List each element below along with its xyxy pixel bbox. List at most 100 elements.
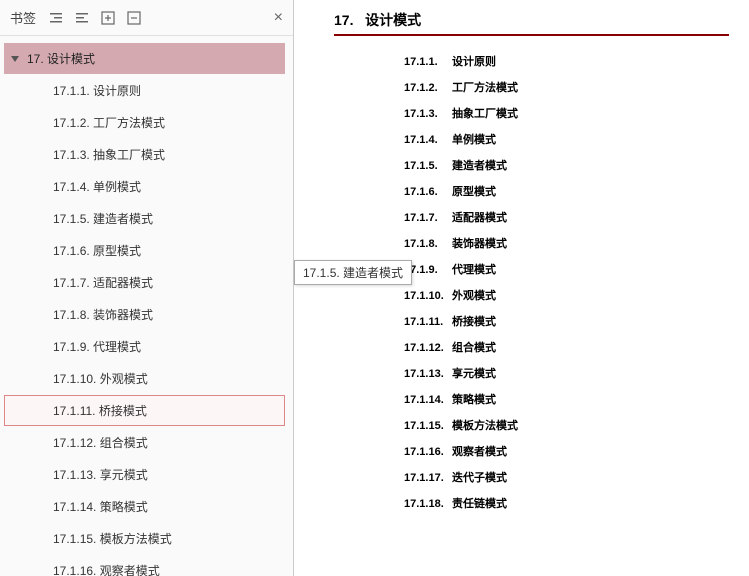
- bookmark-number: 17.1.9.: [53, 340, 90, 354]
- bookmark-label: 代理模式: [93, 338, 141, 355]
- bookmark-item[interactable]: 17.1.9. 代理模式: [4, 331, 285, 362]
- toc-number: 17.1.6.: [404, 186, 452, 198]
- toc-number: 17.1.1.: [404, 56, 452, 68]
- bookmark-number: 17.1.8.: [53, 308, 90, 322]
- toc-number: 17.1.13.: [404, 368, 452, 380]
- bookmark-item[interactable]: 17.1.5. 建造者模式: [4, 203, 285, 234]
- bookmark-item[interactable]: 17.1.3. 抽象工厂模式: [4, 139, 285, 170]
- bookmark-number: 17.1.13.: [53, 468, 96, 482]
- toc-label: 观察者模式: [452, 446, 507, 458]
- toc-label: 建造者模式: [452, 160, 507, 172]
- toc-label: 单例模式: [452, 134, 496, 146]
- bookmark-tree[interactable]: 17. 设计模式17.1.1. 设计原则17.1.2. 工厂方法模式17.1.3…: [0, 36, 293, 576]
- toc-label: 组合模式: [452, 342, 496, 354]
- bookmark-label: 桥接模式: [99, 402, 147, 419]
- bookmark-item[interactable]: 17.1.11. 桥接模式: [4, 395, 285, 426]
- bookmark-number: 17.: [27, 52, 44, 66]
- close-icon[interactable]: ×: [274, 9, 283, 27]
- bookmark-label: 单例模式: [93, 178, 141, 195]
- toc-item[interactable]: 17.1.18.责任链模式: [334, 490, 729, 516]
- toc-label: 设计原则: [452, 56, 496, 68]
- bookmark-label: 适配器模式: [93, 274, 153, 291]
- bookmark-number: 17.1.2.: [53, 116, 90, 130]
- toc-number: 17.1.16.: [404, 446, 452, 458]
- bookmark-number: 17.1.11.: [53, 404, 95, 418]
- toc-item[interactable]: 17.1.4.单例模式: [334, 126, 729, 152]
- bookmark-item[interactable]: 17.1.10. 外观模式: [4, 363, 285, 394]
- toc-item[interactable]: 17.1.14.策略模式: [334, 386, 729, 412]
- toc-label: 享元模式: [452, 368, 496, 380]
- bookmark-number: 17.1.3.: [53, 148, 90, 162]
- toc-number: 17.1.12.: [404, 342, 452, 354]
- bookmark-label: 享元模式: [100, 466, 148, 483]
- toc-item[interactable]: 17.1.10.外观模式: [334, 282, 729, 308]
- toc-label: 迭代子模式: [452, 472, 507, 484]
- bookmark-item[interactable]: 17.1.6. 原型模式: [4, 235, 285, 266]
- toc-number: 17.1.4.: [404, 134, 452, 146]
- bookmark-number: 17.1.14.: [53, 500, 96, 514]
- bookmark-item[interactable]: 17.1.1. 设计原则: [4, 75, 285, 106]
- bookmark-label: 组合模式: [100, 434, 148, 451]
- toc-number: 17.1.18.: [404, 498, 452, 510]
- bookmark-label: 模板方法模式: [100, 530, 172, 547]
- bookmark-item[interactable]: 17.1.16. 观察者模式: [4, 555, 285, 576]
- bookmark-number: 17.1.1.: [53, 84, 90, 98]
- bookmark-number: 17.1.5.: [53, 212, 90, 226]
- toc-number: 17.1.5.: [404, 160, 452, 172]
- bookmark-item[interactable]: 17.1.4. 单例模式: [4, 171, 285, 202]
- bookmark-item[interactable]: 17.1.13. 享元模式: [4, 459, 285, 490]
- bookmark-number: 17.1.16.: [53, 564, 96, 576]
- document-view[interactable]: 17. 设计模式 17.1.1.设计原则17.1.2.工厂方法模式17.1.3.…: [294, 0, 749, 576]
- toc-item[interactable]: 17.1.3.抽象工厂模式: [334, 100, 729, 126]
- bookmark-label: 观察者模式: [100, 562, 160, 576]
- heading-number: 17.: [334, 12, 353, 28]
- expand-icon[interactable]: [100, 10, 116, 26]
- bookmark-label: 设计模式: [47, 50, 95, 67]
- bookmark-item[interactable]: 17.1.14. 策略模式: [4, 491, 285, 522]
- toc-number: 17.1.17.: [404, 472, 452, 484]
- toc-label: 适配器模式: [452, 212, 507, 224]
- indent-icon[interactable]: [48, 10, 64, 26]
- bookmark-label: 抽象工厂模式: [93, 146, 165, 163]
- toc-number: 17.1.11.: [404, 316, 452, 328]
- toc-number: 17.1.14.: [404, 394, 452, 406]
- bookmark-label: 策略模式: [100, 498, 148, 515]
- bookmark-label: 装饰器模式: [93, 306, 153, 323]
- toc-label: 原型模式: [452, 186, 496, 198]
- bookmark-item[interactable]: 17.1.7. 适配器模式: [4, 267, 285, 298]
- toc-number: 17.1.8.: [404, 238, 452, 250]
- collapse-icon[interactable]: [126, 10, 142, 26]
- toc-item[interactable]: 17.1.11.桥接模式: [334, 308, 729, 334]
- toc-label: 代理模式: [452, 264, 496, 276]
- toc-item[interactable]: 17.1.16.观察者模式: [334, 438, 729, 464]
- sidebar-title: 书签: [10, 8, 36, 27]
- bookmark-item[interactable]: 17.1.8. 装饰器模式: [4, 299, 285, 330]
- bookmarks-sidebar: 书签 × 17. 设计模式17.1.1. 设计原则17.1.2. 工厂方法模式1…: [0, 0, 294, 576]
- bookmark-number: 17.1.12.: [53, 436, 96, 450]
- bookmark-item[interactable]: 17.1.15. 模板方法模式: [4, 523, 285, 554]
- heading-label: 设计模式: [365, 12, 421, 28]
- toc-number: 17.1.15.: [404, 420, 452, 432]
- bookmark-number: 17.1.6.: [53, 244, 90, 258]
- toc-item[interactable]: 17.1.12.组合模式: [334, 334, 729, 360]
- toc-item[interactable]: 17.1.17.迭代子模式: [334, 464, 729, 490]
- toc-label: 责任链模式: [452, 498, 507, 510]
- toc-item[interactable]: 17.1.7.适配器模式: [334, 204, 729, 230]
- outdent-icon[interactable]: [74, 10, 90, 26]
- toc-item[interactable]: 17.1.1.设计原则: [334, 48, 729, 74]
- toc-item[interactable]: 17.1.6.原型模式: [334, 178, 729, 204]
- toc-item[interactable]: 17.1.15.模板方法模式: [334, 412, 729, 438]
- tooltip: 17.1.5. 建造者模式: [294, 260, 412, 285]
- toc-item[interactable]: 17.1.8.装饰器模式: [334, 230, 729, 256]
- bookmark-label: 工厂方法模式: [93, 114, 165, 131]
- bookmark-number: 17.1.15.: [53, 532, 96, 546]
- toc-label: 桥接模式: [452, 316, 496, 328]
- toc-item[interactable]: 17.1.2.工厂方法模式: [334, 74, 729, 100]
- bookmark-item[interactable]: 17.1.2. 工厂方法模式: [4, 107, 285, 138]
- toc-item[interactable]: 17.1.13.享元模式: [334, 360, 729, 386]
- toc-label: 工厂方法模式: [452, 82, 518, 94]
- bookmark-parent[interactable]: 17. 设计模式: [4, 43, 285, 74]
- bookmark-label: 外观模式: [100, 370, 148, 387]
- toc-item[interactable]: 17.1.5.建造者模式: [334, 152, 729, 178]
- bookmark-item[interactable]: 17.1.12. 组合模式: [4, 427, 285, 458]
